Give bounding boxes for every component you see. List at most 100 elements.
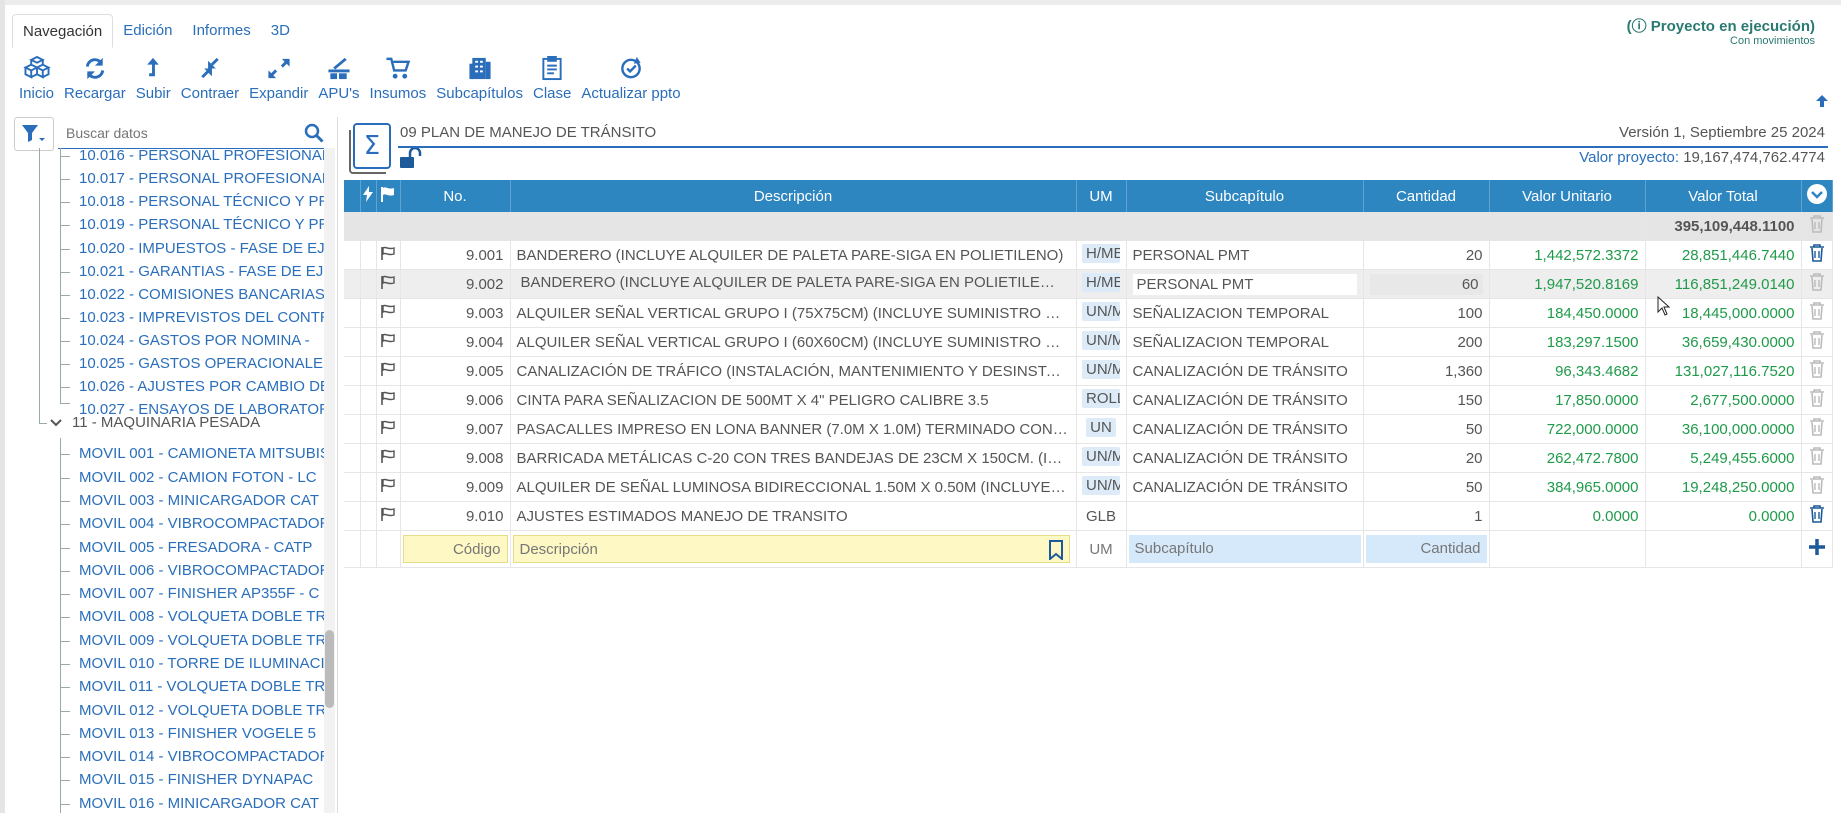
row-subcapitulo[interactable]: SEÑALIZACION TEMPORAL <box>1126 298 1364 328</box>
row-subcapitulo[interactable]: CANALIZACIÓN DE TRÁNSITO <box>1126 356 1364 386</box>
row-flag-cell[interactable] <box>376 414 401 444</box>
recargar-button[interactable]: Recargar <box>59 56 131 102</box>
row-subcapitulo[interactable]: CANALIZACIÓN DE TRÁNSITO <box>1126 443 1364 473</box>
row-no[interactable]: 9.006 <box>400 385 511 415</box>
insumos-button[interactable]: Insumos <box>365 56 432 102</box>
row-cantidad[interactable]: 1 <box>1363 501 1490 531</box>
tab-3d[interactable]: 3D <box>261 14 300 48</box>
trash-icon[interactable] <box>1809 505 1825 523</box>
row-no[interactable]: 9.004 <box>400 327 511 357</box>
tree-item[interactable]: MOVIL 013 - FINISHER VOGELE 5 <box>79 723 324 745</box>
row-subcapitulo[interactable]: CANALIZACIÓN DE TRÁNSITO <box>1126 385 1364 415</box>
row-descripcion[interactable]: BANDERERO (INCLUYE ALQUILER DE PALETA PA… <box>510 269 1077 299</box>
row-descripcion[interactable]: CINTA PARA SEÑALIZACION DE 500MT X 4" PE… <box>510 385 1077 415</box>
header-subcapitulo[interactable]: Subcapítulo <box>1126 180 1364 212</box>
row-no[interactable]: 9.001 <box>400 240 511 270</box>
row-cantidad[interactable]: 20 <box>1363 240 1490 270</box>
trash-icon[interactable] <box>1809 244 1825 262</box>
row-descripcion[interactable]: ALQUILER SEÑAL VERTICAL GRUPO I (60X60CM… <box>510 327 1077 357</box>
trash-icon[interactable] <box>1809 389 1825 407</box>
header-no[interactable]: No. <box>400 180 511 212</box>
trash-icon[interactable] <box>1809 302 1825 320</box>
tree-group-maquinaria[interactable]: 11 - MAQUINARIA PESADA <box>72 412 260 434</box>
row-descripcion[interactable]: AJUSTES ESTIMADOS MANEJO DE TRANSITO <box>510 501 1077 531</box>
search-icon[interactable] <box>304 123 324 143</box>
flag-outline-icon[interactable] <box>380 275 396 289</box>
header-bolt[interactable] <box>360 180 377 212</box>
row-no[interactable]: 9.007 <box>400 414 511 444</box>
row-cantidad[interactable]: 100 <box>1363 298 1490 328</box>
trash-icon[interactable] <box>1809 331 1825 349</box>
inicio-button[interactable]: Inicio <box>14 56 59 102</box>
row-cantidad[interactable]: 60 <box>1363 269 1490 299</box>
header-descripcion[interactable]: Descripción <box>510 180 1077 212</box>
tree-item[interactable]: 10.019 - PERSONAL TÉCNICO Y PROFESIONAL <box>79 214 324 236</box>
clase-button[interactable]: Clase <box>528 56 576 102</box>
row-um[interactable]: ROLLO <box>1076 385 1127 415</box>
tab-navegacion[interactable]: Navegación <box>12 14 114 48</box>
row-flag-cell[interactable] <box>376 472 401 502</box>
trash-icon[interactable] <box>1809 215 1825 233</box>
row-subcapitulo[interactable]: PERSONAL PMT <box>1126 240 1364 270</box>
table-row[interactable]: 9.003 ALQUILER SEÑAL VERTICAL GRUPO I (75… <box>344 298 1833 328</box>
row-descripcion[interactable]: ALQUILER SEÑAL VERTICAL GRUPO I (75X75CM… <box>510 298 1077 328</box>
table-row[interactable]: 9.002 BANDERERO (INCLUYE ALQUILER DE PALE… <box>344 269 1833 299</box>
flag-outline-icon[interactable] <box>380 304 396 318</box>
sidebar-scrollbar-thumb[interactable] <box>325 630 334 708</box>
tree-item[interactable]: MOVIL 009 - VOLQUETA DOBLE TROQUE <box>79 630 324 652</box>
tree-item[interactable]: 10.017 - PERSONAL PROFESIONAL <box>79 168 324 190</box>
row-descripcion[interactable]: PASACALLES IMPRESO EN LONA BANNER (7.0M … <box>510 414 1077 444</box>
header-flag[interactable] <box>376 180 401 212</box>
tree-item[interactable]: 10.024 - GASTOS POR NOMINA - <box>79 330 324 352</box>
row-no[interactable]: 9.005 <box>400 356 511 386</box>
new-um[interactable]: UM <box>1076 530 1127 568</box>
row-um[interactable]: UN/MES <box>1076 327 1127 357</box>
row-um[interactable]: UN/MES <box>1076 356 1127 386</box>
row-flag-cell[interactable] <box>376 269 401 299</box>
row-flag-cell[interactable] <box>376 385 401 415</box>
new-subcapitulo-input[interactable]: Subcapítulo <box>1128 535 1361 563</box>
header-cantidad[interactable]: Cantidad <box>1363 180 1490 212</box>
row-um[interactable]: UN/MES <box>1076 298 1127 328</box>
table-row[interactable]: 9.007 PASACALLES IMPRESO EN LONA BANNER (… <box>344 414 1833 444</box>
arrow-up-icon[interactable] <box>1815 94 1829 108</box>
tree-item[interactable]: MOVIL 007 - FINISHER AP355F - C <box>79 583 324 605</box>
tree-item[interactable]: 10.022 - COMISIONES BANCARIAS <box>79 284 324 306</box>
row-descripcion[interactable]: ALQUILER DE SEÑAL LUMINOSA BIDIRECCIONAL… <box>510 472 1077 502</box>
row-subcapitulo[interactable]: CANALIZACIÓN DE TRÁNSITO <box>1126 472 1364 502</box>
flag-outline-icon[interactable] <box>380 362 396 376</box>
row-flag-cell[interactable] <box>376 327 401 357</box>
row-subcapitulo[interactable]: PERSONAL PMT <box>1126 269 1364 299</box>
tree-item[interactable]: MOVIL 015 - FINISHER DYNAPAC <box>79 769 324 791</box>
tree-item[interactable]: MOVIL 006 - VIBROCOMPACTADOR <box>79 560 324 582</box>
tree-item[interactable]: 10.021 - GARANTIAS - FASE DE EJECUCIÓN <box>79 261 324 283</box>
row-flag-cell[interactable] <box>376 240 401 270</box>
row-cantidad[interactable]: 1,360 <box>1363 356 1490 386</box>
table-row[interactable]: 9.005 CANALIZACIÓN DE TRÁFICO (INSTALACIÓ… <box>344 356 1833 386</box>
flag-outline-icon[interactable] <box>380 507 396 521</box>
row-flag-cell[interactable] <box>376 356 401 386</box>
tree-item[interactable]: 10.018 - PERSONAL TÉCNICO Y PROFESIONAL <box>79 191 324 213</box>
row-no[interactable]: 9.003 <box>400 298 511 328</box>
tree-item[interactable]: MOVIL 004 - VIBROCOMPACTADOR <box>79 513 324 535</box>
flag-outline-icon[interactable] <box>380 478 396 492</box>
unlock-icon[interactable] <box>398 148 426 170</box>
contraer-button[interactable]: Contraer <box>176 56 244 102</box>
tab-informes[interactable]: Informes <box>182 14 260 48</box>
row-um[interactable]: UN <box>1076 414 1127 444</box>
tree-item[interactable]: MOVIL 014 - VIBROCOMPACTADOR <box>79 746 324 768</box>
row-um[interactable]: UN/MES <box>1076 472 1127 502</box>
tree-item[interactable]: 10.016 - PERSONAL PROFESIONAL <box>79 148 324 167</box>
flag-outline-icon[interactable] <box>380 420 396 434</box>
flag-outline-icon[interactable] <box>380 391 396 405</box>
header-menu[interactable] <box>1801 180 1833 212</box>
subir-button[interactable]: Subir <box>131 56 176 102</box>
header-valor-total[interactable]: Valor Total <box>1645 180 1802 212</box>
row-descripcion[interactable]: CANALIZACIÓN DE TRÁFICO (INSTALACIÓN, MA… <box>510 356 1077 386</box>
tree-item[interactable]: MOVIL 010 - TORRE DE ILUMINACIÓN <box>79 653 324 675</box>
row-cantidad[interactable]: 50 <box>1363 414 1490 444</box>
new-descripcion-input[interactable]: Descripción <box>512 535 1070 563</box>
table-row[interactable]: 9.009 ALQUILER DE SEÑAL LUMINOSA BIDIRECC… <box>344 472 1833 502</box>
tree-item[interactable]: MOVIL 016 - MINICARGADOR CAT <box>79 793 324 813</box>
plus-icon[interactable] <box>1808 538 1826 556</box>
